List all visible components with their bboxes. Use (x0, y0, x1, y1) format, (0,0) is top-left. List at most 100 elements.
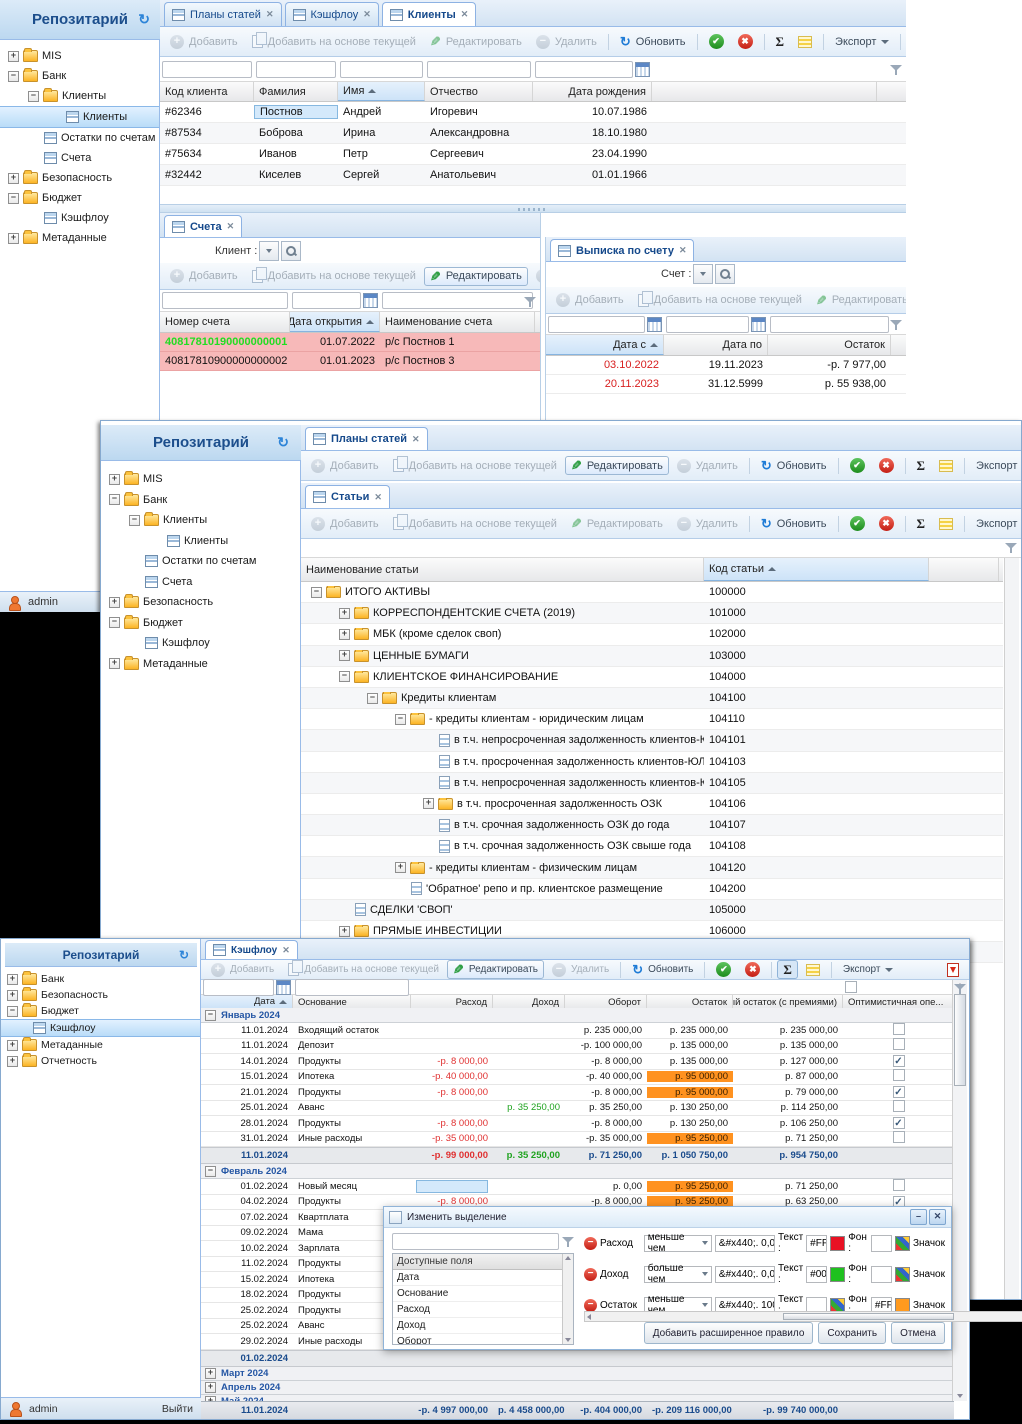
close-icon[interactable] (266, 10, 274, 19)
column-header-Дата с[interactable]: Дата с (546, 335, 664, 355)
toolbar-button-Редактировать[interactable]: Редактировать (810, 291, 906, 310)
column-header-Оптимистичный остаток (с премиями)[interactable]: Оптимистичный остаток (с премиями) (733, 995, 843, 1009)
grid-cell[interactable]: #32442 (160, 169, 254, 181)
turnover-cell[interactable]: -р. 8 000,00 (565, 1056, 647, 1067)
expand-icon[interactable] (8, 232, 19, 244)
balance-cell[interactable]: -р. 7 977,00 (768, 359, 891, 371)
collapse-icon[interactable] (205, 1009, 216, 1021)
date-cell[interactable]: 10.02.2024 (201, 1243, 293, 1254)
turnover-cell[interactable]: -р. 40 000,00 (565, 1071, 647, 1082)
article-code-cell[interactable]: 104120 (704, 862, 929, 874)
column-header-Основание[interactable]: Основание (293, 995, 411, 1009)
list-scrollbar[interactable] (562, 1254, 573, 1344)
article-code-cell[interactable]: 106000 (704, 925, 929, 937)
tree-item[interactable]: Кэшфлоу (0, 208, 159, 228)
close-icon[interactable] (679, 246, 687, 255)
balance-cell[interactable]: р. 130 250,00 (647, 1102, 733, 1113)
tab-Счета[interactable]: Счета (164, 215, 243, 237)
table-row[interactable]: в т.ч. просроченная задолженность ОЗК 104… (301, 793, 1003, 816)
tree-item[interactable]: Банк (1, 971, 200, 987)
expand-icon[interactable] (205, 1367, 216, 1379)
account-search-button[interactable] (715, 264, 736, 284)
expense-cell[interactable] (411, 1179, 493, 1193)
open-date-cell[interactable]: 01.01.2023 (290, 355, 380, 367)
column-header-Оборот[interactable]: Оборот (565, 995, 647, 1009)
basis-cell[interactable]: Ипотека (293, 1071, 411, 1082)
date-cell[interactable]: 15.02.2024 (201, 1274, 293, 1285)
tree-item[interactable]: Бюджет (101, 613, 300, 634)
optimistic-flag-cell[interactable] (843, 1069, 954, 1084)
date-cell[interactable]: 11.01.2024 (201, 1025, 293, 1036)
table-row[interactable]: СДЕЛКИ 'СВОП' 105000 (301, 899, 1003, 921)
date-cell[interactable]: 18.02.2024 (201, 1289, 293, 1300)
date-cell[interactable]: 31.01.2024 (201, 1133, 293, 1144)
collapse-icon[interactable] (311, 586, 322, 598)
collapse-icon[interactable] (205, 1165, 216, 1177)
column-header-Наименование статьи[interactable]: Наименование статьи (301, 558, 704, 581)
collapse-icon[interactable] (395, 713, 406, 725)
tree-item[interactable]: Метаданные (0, 228, 159, 248)
toolbar-button-no[interactable] (873, 455, 900, 476)
tab-Планы статей[interactable]: Планы статей (305, 427, 428, 450)
article-name-cell[interactable]: СДЕЛКИ 'СВОП' (301, 903, 704, 917)
column-header-Остаток[interactable]: Остаток (647, 995, 733, 1009)
tree-item[interactable]: Клиенты (101, 531, 300, 552)
bg-color-input[interactable] (870, 1265, 892, 1283)
grid-cell[interactable]: 18.10.1980 (533, 127, 652, 139)
grid-cell[interactable]: Сергеевич (425, 148, 533, 160)
row-checkbox[interactable] (892, 1086, 905, 1099)
expand-icon[interactable] (7, 989, 18, 1001)
toolbar-button-no[interactable] (732, 31, 759, 52)
filter-input[interactable] (548, 315, 645, 333)
table-row[interactable]: Кредиты клиентам 104100 (301, 687, 1003, 710)
collapse-icon[interactable] (8, 70, 19, 82)
grid-cell[interactable]: Андрей (338, 106, 425, 118)
scrollbar-thumb[interactable] (782, 1313, 955, 1320)
article-name-cell[interactable]: ИТОГО АКТИВЫ (301, 586, 704, 599)
tab-Выписка по счету[interactable]: Выписка по счету (550, 239, 695, 261)
remove-condition-icon[interactable] (584, 1298, 597, 1312)
grid-cell[interactable]: Петр (338, 148, 425, 160)
toolbar-button-Редактировать[interactable]: Редактировать (424, 32, 528, 51)
expand-icon[interactable] (339, 607, 350, 619)
funnel-icon[interactable] (890, 319, 902, 331)
expense-cell[interactable]: -р. 35 000,00 (411, 1133, 493, 1144)
group-row[interactable]: Март 2024 (201, 1366, 954, 1381)
optimistic-flag-cell[interactable] (843, 1117, 954, 1130)
collapse-icon[interactable] (109, 617, 120, 629)
row-checkbox[interactable] (892, 1117, 905, 1130)
balance-cell[interactable]: р. 95 250,00 (647, 1180, 733, 1192)
toolbar-button-no[interactable] (873, 513, 900, 534)
table-row[interactable]: 11.01.2024 Депозит -р. 100 000,00 р. 135 00… (201, 1038, 954, 1054)
minimize-icon[interactable]: – (910, 1209, 927, 1225)
group-row[interactable]: Апрель 2024 (201, 1380, 954, 1395)
table-row[interactable]: 01.02.2024 (201, 1349, 954, 1367)
expense-cell[interactable]: -р. 8 000,00 (411, 1118, 493, 1129)
refresh-icon[interactable]: ↻ (138, 11, 150, 28)
toolbar-button-Обновить[interactable]: Обновить (614, 32, 692, 51)
row-checkbox[interactable] (892, 1069, 905, 1082)
collapse-icon[interactable] (129, 514, 140, 526)
column-header-Код клиента[interactable]: Код клиента (160, 82, 254, 101)
table-row[interactable]: 21.01.2024 Продукты -р. 8 000,00 -р. 8 000,… (201, 1085, 954, 1101)
condition-value-input[interactable]: &#x440;. 0,00 (714, 1234, 775, 1252)
optimistic-flag-cell[interactable] (843, 1055, 954, 1068)
field-list-item[interactable]: Дата (393, 1270, 573, 1286)
table-row[interactable]: КОРРЕСПОНДЕНТСКИЕ СЧЕТА (2019) 101000 (301, 603, 1003, 625)
filter-input[interactable] (382, 292, 533, 309)
filter-input[interactable] (162, 292, 288, 309)
filter-input[interactable] (666, 315, 749, 333)
grid-cell[interactable]: Анатольевич (425, 169, 533, 181)
toolbar-button-Обновить[interactable]: Обновить (626, 960, 699, 979)
table-row[interactable]: МБК (кроме сделок своп) 102000 (301, 624, 1003, 646)
date-from-cell[interactable]: 03.10.2022 (546, 359, 664, 371)
article-code-cell[interactable]: 103000 (704, 650, 929, 662)
toolbar-button-Добавить[interactable]: Добавить (305, 514, 385, 534)
filter-input[interactable] (535, 60, 633, 78)
tree-item[interactable]: Отчетность (1, 1053, 200, 1069)
scrollbar-thumb[interactable] (954, 994, 966, 1086)
filter-checkbox[interactable] (845, 981, 857, 993)
optimistic-cell[interactable]: р. 127 000,00 (733, 1056, 843, 1067)
close-icon[interactable] (412, 435, 420, 444)
close-icon[interactable] (282, 946, 290, 955)
